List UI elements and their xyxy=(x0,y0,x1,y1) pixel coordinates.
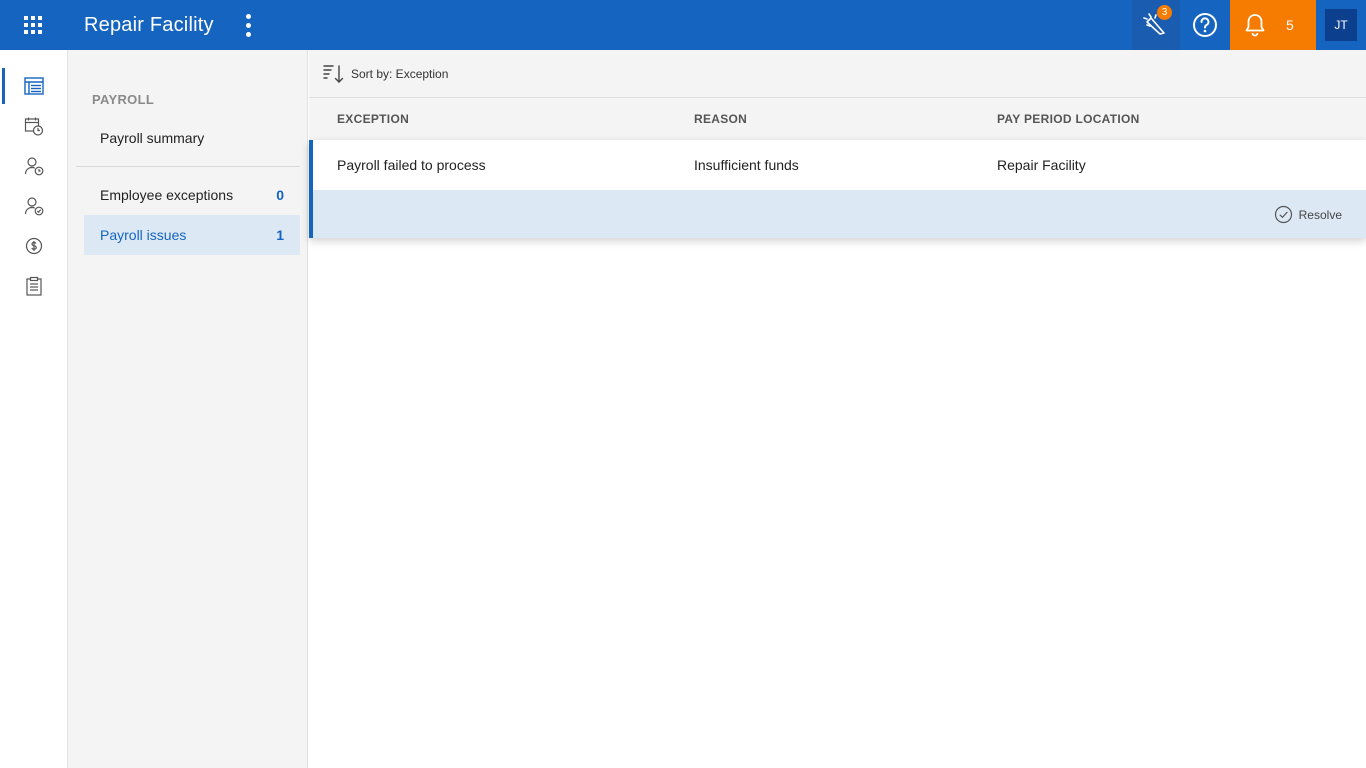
sort-button[interactable]: Sort by: Exception xyxy=(323,64,448,84)
column-header-location[interactable]: PAY PERIOD LOCATION xyxy=(997,112,1140,126)
column-header-reason[interactable]: REASON xyxy=(694,112,747,126)
kebab-dot xyxy=(246,13,252,19)
person-check-icon xyxy=(24,197,44,216)
app-title: Repair Facility xyxy=(84,13,214,36)
subnav-item-label: Employee exceptions xyxy=(100,187,234,203)
subnav-item-label: Payroll issues xyxy=(100,227,187,243)
notifications-button[interactable]: 5 xyxy=(1230,0,1316,50)
resolve-label: Resolve xyxy=(1298,207,1342,222)
count-badge: 1 xyxy=(276,227,284,243)
celebrate-badge: 3 xyxy=(1157,5,1172,20)
column-header-exception[interactable]: EXCEPTION xyxy=(337,112,409,126)
subnav-item-payroll-summary[interactable]: Payroll summary xyxy=(84,118,300,158)
dollar-circle-icon xyxy=(25,237,43,255)
kebab-dot xyxy=(246,31,252,37)
calendar-clock-icon xyxy=(24,117,44,136)
cell-location: Repair Facility xyxy=(997,157,1086,173)
table-header: EXCEPTION REASON PAY PERIOD LOCATION xyxy=(309,98,1366,140)
count-badge: 0 xyxy=(276,187,284,203)
rail-item-timesheets[interactable] xyxy=(0,146,68,186)
payroll-subnav: PAYROLL Payroll summary Employee excepti… xyxy=(68,50,308,768)
rail-item-payroll[interactable] xyxy=(0,66,68,106)
more-options-button[interactable] xyxy=(234,0,264,50)
subnav-heading: PAYROLL xyxy=(92,92,155,107)
person-clock-icon xyxy=(24,157,44,176)
issue-card: Payroll failed to process Insufficient f… xyxy=(309,140,1366,238)
rail-item-schedule[interactable] xyxy=(0,106,68,146)
subnav-item-employee-exceptions[interactable]: Employee exceptions 0 xyxy=(84,175,300,215)
help-icon xyxy=(1193,13,1217,37)
subnav-item-label: Payroll summary xyxy=(100,130,205,146)
rail-item-reports[interactable] xyxy=(0,266,68,306)
table-row[interactable]: Payroll failed to process Insufficient f… xyxy=(309,140,1366,190)
clipboard-icon xyxy=(26,276,42,296)
divider xyxy=(76,166,300,167)
celebrate-button[interactable]: 3 xyxy=(1132,0,1180,50)
rail-item-pay[interactable] xyxy=(0,226,68,266)
sort-bar: Sort by: Exception xyxy=(309,50,1366,98)
app-launcher-button[interactable] xyxy=(0,0,66,50)
icon-rail xyxy=(0,50,68,768)
user-avatar[interactable]: JT xyxy=(1325,9,1357,41)
table-list-icon xyxy=(24,77,44,95)
kebab-dot xyxy=(246,22,252,28)
grid-icon xyxy=(24,16,42,34)
main-content: Sort by: Exception EXCEPTION REASON PAY … xyxy=(309,50,1366,768)
subnav-item-payroll-issues[interactable]: Payroll issues 1 xyxy=(84,215,300,255)
row-actions: Resolve xyxy=(309,190,1366,238)
sort-label: Sort by: Exception xyxy=(351,66,449,81)
cell-exception: Payroll failed to process xyxy=(337,157,486,173)
check-circle-icon xyxy=(1274,205,1292,224)
top-bar: Repair Facility 3 5 JT xyxy=(0,0,1366,50)
help-button[interactable] xyxy=(1180,0,1230,50)
sort-descending-icon xyxy=(323,64,344,83)
bell-icon xyxy=(1245,14,1265,37)
notifications-count: 5 xyxy=(1286,17,1294,33)
rail-item-approvals[interactable] xyxy=(0,186,68,226)
cell-reason: Insufficient funds xyxy=(694,157,799,173)
resolve-button[interactable]: Resolve xyxy=(1274,205,1342,224)
